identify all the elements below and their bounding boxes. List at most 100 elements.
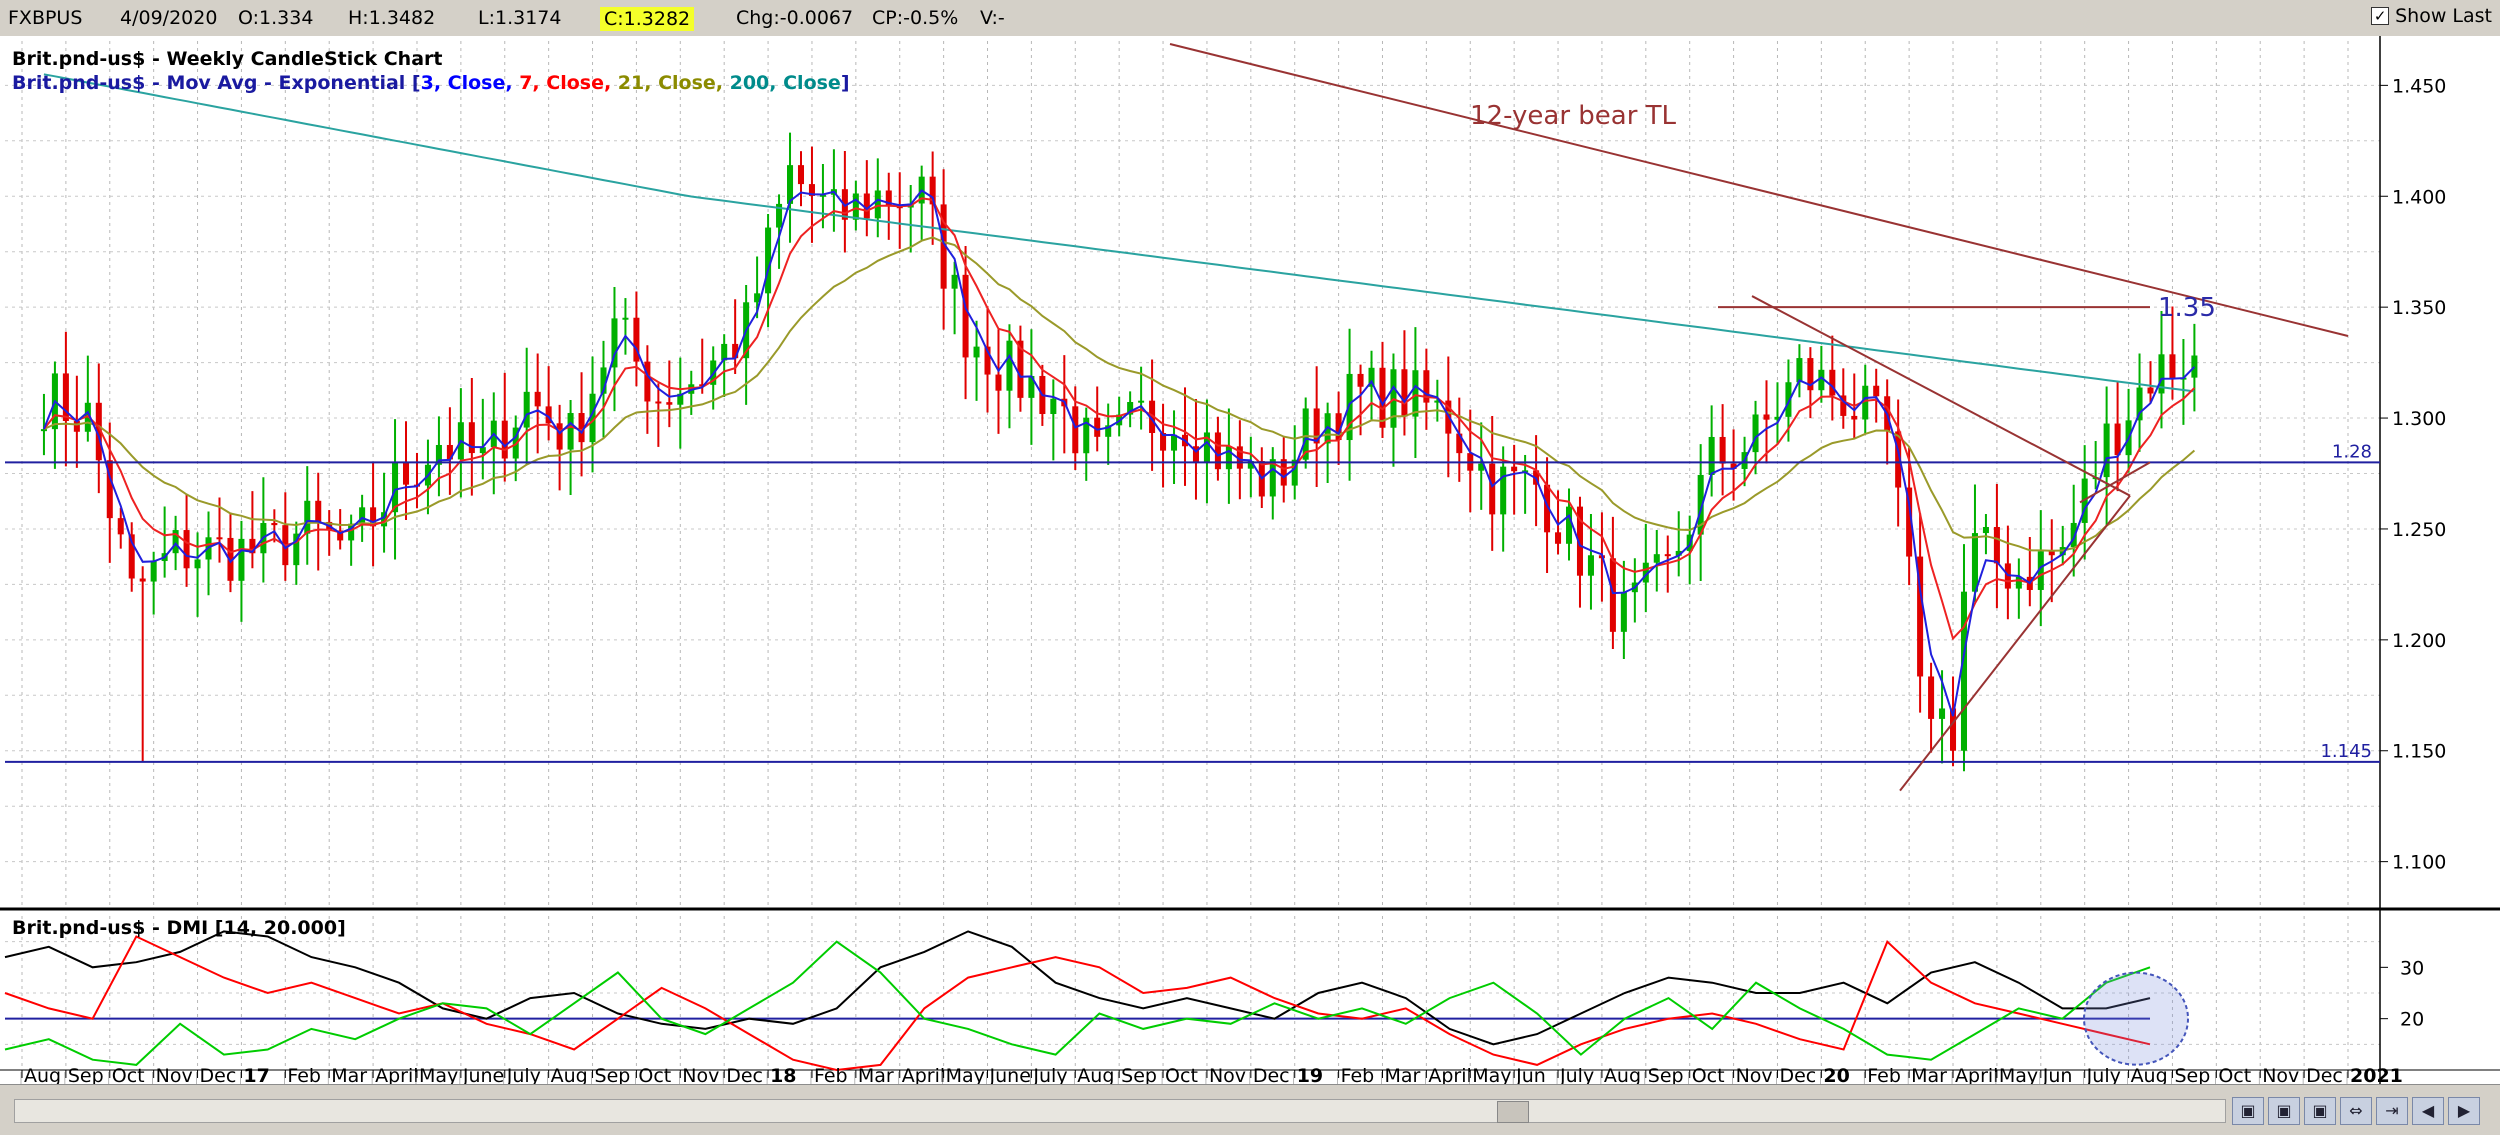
show-last-toggle[interactable]: ✓ Show Last xyxy=(2371,5,2492,27)
candle-body xyxy=(1829,369,1836,396)
candle-body xyxy=(1928,676,1935,719)
indicator-param: [ xyxy=(412,72,421,94)
candle-body xyxy=(1565,506,1573,544)
x-tick-label: Aug xyxy=(1604,1065,1641,1084)
scroll-thumb[interactable] xyxy=(1497,1101,1529,1123)
candle-body xyxy=(40,429,47,432)
candle-body xyxy=(1982,527,1989,534)
candle-body xyxy=(2015,576,2022,589)
candle-body xyxy=(1993,527,2000,564)
x-tick-label: April xyxy=(1428,1065,1471,1084)
candle-body xyxy=(1719,436,1726,464)
x-tick-label: Aug xyxy=(551,1065,588,1084)
resistance-label: 1.35 xyxy=(2158,293,2216,323)
fit-icon[interactable]: ▣ xyxy=(2304,1097,2336,1125)
x-tick-label: May xyxy=(1999,1065,2038,1084)
dmi-y-tick-label: 30 xyxy=(2400,957,2424,979)
x-tick-label: Mar xyxy=(331,1065,367,1084)
candle-body xyxy=(117,518,124,535)
x-tick-label: Aug xyxy=(2131,1065,2168,1084)
x-tick-label: April xyxy=(375,1065,418,1084)
x-tick-label: Nov xyxy=(1736,1065,1773,1084)
x-tick-label: June xyxy=(462,1065,504,1084)
candle-body xyxy=(1971,533,1978,592)
candle-body xyxy=(995,374,1002,391)
x-tick-label: May xyxy=(946,1065,985,1084)
indicator-param: 200, Close xyxy=(723,72,841,94)
candle-body xyxy=(1214,432,1221,470)
x-tick-label: Mar xyxy=(1384,1065,1420,1084)
x-tick-label: Dec xyxy=(726,1065,763,1084)
x-tick-label: Sep xyxy=(68,1065,104,1084)
prev-icon[interactable]: ◀ xyxy=(2412,1097,2444,1125)
candle-body xyxy=(1851,415,1858,420)
candle-body xyxy=(567,413,574,450)
x-tick-label: 2021 xyxy=(2350,1065,2403,1084)
change-label: Chg:-0.0067 xyxy=(736,7,854,29)
x-tick-label: Mar xyxy=(1911,1065,1947,1084)
candle-body xyxy=(1379,367,1386,428)
high-label: H:1.3482 xyxy=(348,7,436,29)
x-tick-label: Feb xyxy=(1867,1065,1901,1084)
end-icon[interactable]: ⇥ xyxy=(2376,1097,2408,1125)
x-tick-label: Dec xyxy=(2306,1065,2343,1084)
candle-body xyxy=(238,538,245,581)
candle-body xyxy=(973,346,980,358)
close-label: C:1.3282 xyxy=(600,7,695,31)
candle-body xyxy=(1752,414,1759,453)
x-tick-label: April xyxy=(1955,1065,1998,1084)
candle-body xyxy=(1620,592,1627,632)
next-icon[interactable]: ▶ xyxy=(2448,1097,2480,1125)
candle-body xyxy=(874,190,881,219)
candle-body xyxy=(271,523,278,526)
candle-body xyxy=(1006,340,1013,391)
candle-body xyxy=(1357,373,1364,387)
candle-body xyxy=(392,462,399,513)
zoom-in-icon[interactable]: ▣ xyxy=(2232,1097,2264,1125)
x-tick-label: Sep xyxy=(1121,1065,1157,1084)
candle-body xyxy=(1401,369,1408,417)
candle-body xyxy=(2191,355,2198,378)
level-label: 1.145 xyxy=(2320,741,2372,762)
x-tick-label: Sep xyxy=(2174,1065,2210,1084)
x-tick-label: Nov xyxy=(2262,1065,2299,1084)
volume-label: V:- xyxy=(980,7,1005,29)
candle-body xyxy=(1500,466,1507,515)
expand-icon[interactable]: ⇔ xyxy=(2340,1097,2372,1125)
candle-body xyxy=(183,530,190,569)
candle-body xyxy=(2048,551,2055,556)
dmi-y-tick-label: 20 xyxy=(2400,1009,2424,1031)
highlight-circle xyxy=(2083,971,2189,1066)
x-tick-label: April xyxy=(902,1065,945,1084)
candle-body xyxy=(1664,554,1671,557)
x-tick-label: Feb xyxy=(1341,1065,1375,1084)
x-tick-label: Dec xyxy=(1779,1065,1816,1084)
x-tick-label: Feb xyxy=(287,1065,321,1084)
candle-body xyxy=(1050,398,1057,414)
horizontal-scrollbar[interactable] xyxy=(14,1099,2226,1123)
price-chart: 1.450 1.400 1.350 1.300 1.250 1.200 1.150 1.100… xyxy=(0,36,2500,1084)
candle-body xyxy=(150,561,157,582)
candle-body xyxy=(2169,354,2176,379)
x-tick-label: 18 xyxy=(770,1065,796,1084)
candle-body xyxy=(216,537,223,540)
x-tick-label: Oct xyxy=(638,1065,671,1084)
checkbox-checked-icon[interactable]: ✓ xyxy=(2371,7,2390,25)
x-tick-label: July xyxy=(1032,1065,1067,1084)
x-tick-label: Nov xyxy=(682,1065,719,1084)
show-last-label: Show Last xyxy=(2395,5,2492,27)
x-tick-label: 20 xyxy=(1823,1065,1849,1084)
bear-trendline-label: 12-year bear TL xyxy=(1470,101,1677,131)
candle-body xyxy=(622,317,629,320)
candle-body xyxy=(852,193,859,220)
candle-body xyxy=(1138,400,1145,403)
y-tick-label: 1.300 xyxy=(2392,408,2446,430)
x-tick-label: June xyxy=(989,1065,1031,1084)
candle-body xyxy=(666,402,673,405)
candle-body xyxy=(1225,446,1232,470)
candle-body xyxy=(1708,436,1715,475)
candle-body xyxy=(501,420,508,459)
zoom-out-icon[interactable]: ▣ xyxy=(2268,1097,2300,1125)
candle-body xyxy=(1489,463,1496,515)
candle-body xyxy=(1511,466,1518,472)
